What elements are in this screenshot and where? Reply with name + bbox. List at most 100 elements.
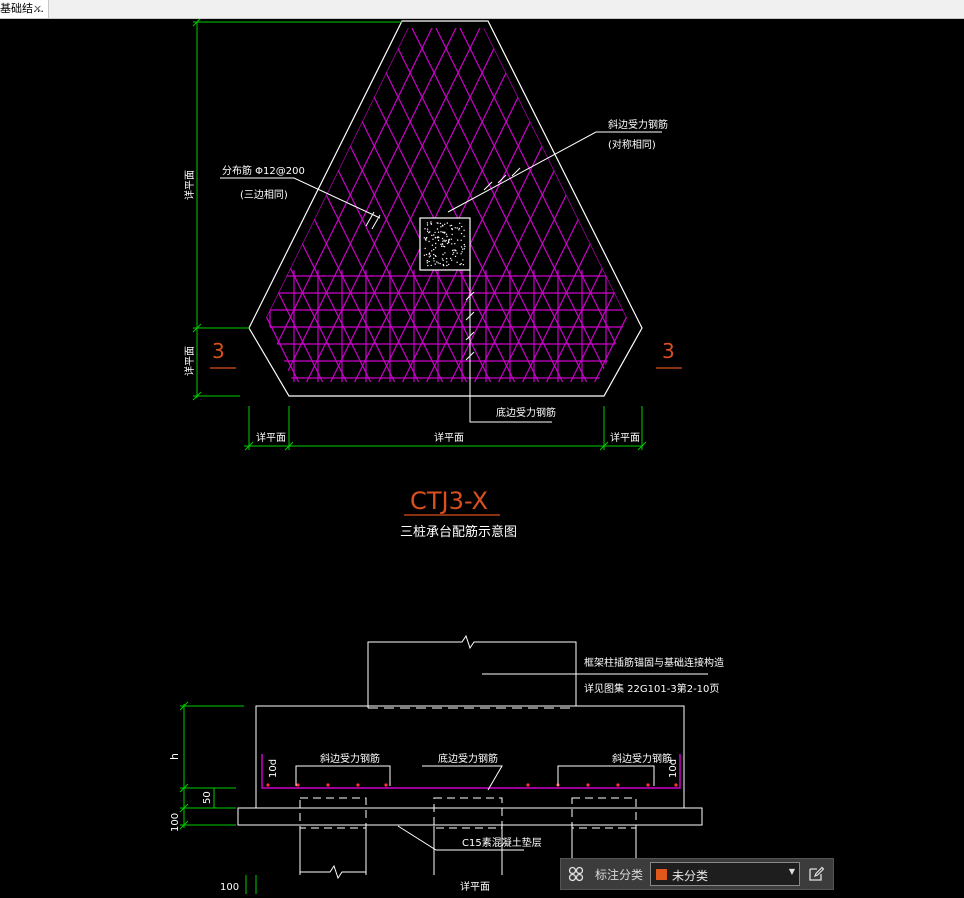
- hatch-dot: [433, 257, 435, 260]
- rebar-points: [266, 783, 678, 787]
- dim-bottom-left: 详平面: [256, 431, 286, 444]
- grid-icon[interactable]: [568, 866, 584, 882]
- hatch-dot: [441, 243, 444, 245]
- hatch-dot: [426, 230, 429, 232]
- hatch-dot: [439, 262, 441, 265]
- drawing-tab[interactable]: 基础结… ×: [0, 0, 49, 18]
- hatch-dot: [462, 248, 464, 250]
- hatch-dot: [441, 224, 444, 226]
- hatch-dot: [461, 225, 463, 228]
- hatch-dot: [442, 259, 444, 262]
- hatch-dot: [433, 234, 435, 236]
- rebar-line: [266, 28, 402, 382]
- slant-rebar-right: 斜边受力钢筋: [612, 752, 672, 765]
- edit-icon[interactable]: [808, 866, 824, 882]
- hatch-dot: [451, 243, 453, 245]
- rebar-dot: [356, 783, 360, 787]
- hatch-dot: [458, 229, 460, 231]
- hatch-dot: [434, 231, 436, 234]
- hatch-dot: [445, 257, 448, 260]
- drawing-canvas[interactable]: 分布筋 Φ12@200 (三边相同) 斜边受力钢筋 (对称相同) 底边受力钢筋 …: [0, 17, 964, 894]
- hatch-dot: [446, 222, 448, 224]
- hatch-dot: [440, 245, 443, 247]
- hatch-dot: [426, 222, 429, 224]
- hatch-dot: [428, 260, 430, 263]
- rebar-dot: [616, 783, 620, 787]
- chevron-down-icon: ▼: [788, 867, 795, 876]
- hatch-dot: [433, 248, 435, 251]
- hatch-dot: [446, 242, 449, 245]
- hatch-dot: [428, 240, 430, 243]
- hatch-dot: [454, 249, 457, 251]
- column-note-2: 详见图集 22G101-3第2-10页: [584, 682, 719, 695]
- drawing-title: CTJ3-X: [410, 487, 488, 515]
- hatch-dot: [437, 239, 440, 242]
- hatch-dot: [433, 253, 435, 256]
- hatch-dot: [437, 231, 440, 233]
- hatch-dot: [429, 255, 432, 257]
- hatch-dot: [439, 222, 442, 225]
- cushion-layer: [237, 807, 703, 826]
- slant-rebar-left: 斜边受力钢筋: [320, 752, 380, 765]
- hatch-dot: [452, 253, 454, 256]
- hatch-dot: [444, 223, 446, 225]
- rebar-line: [372, 28, 627, 382]
- rebar-line: [266, 28, 378, 382]
- hatch-dot: [426, 224, 429, 226]
- slant-rebar-note: (对称相同): [608, 138, 656, 151]
- dist-rebar-note: (三边相同): [240, 188, 288, 201]
- hatch-dot: [437, 262, 439, 264]
- hatch-dot: [441, 237, 444, 240]
- hatch-dot: [449, 225, 451, 227]
- hatch-dot: [436, 228, 439, 230]
- hatch-dot: [434, 263, 436, 265]
- rebar-line: [266, 28, 426, 382]
- rebar-dot: [384, 783, 388, 787]
- hatch-dot: [451, 249, 454, 252]
- category-label: 标注分类: [595, 868, 644, 882]
- hatch-dot: [448, 238, 450, 241]
- hatch-dot: [453, 249, 455, 251]
- hatch-dot: [444, 240, 446, 243]
- dim-bottom-plan: 详平面: [460, 880, 490, 893]
- rebar-dot: [266, 783, 270, 787]
- hatch-dot: [464, 245, 466, 248]
- dim-h: h: [168, 753, 181, 760]
- annotation-category-bar: 标注分类 未分类 ▼: [560, 858, 834, 890]
- section-view: 框架柱插筋锚固与基础连接构造 详见图集 22G101-3第2-10页 10d 1…: [168, 634, 724, 894]
- hatch-dot: [430, 264, 432, 267]
- rebar-dot: [526, 783, 530, 787]
- hatch-dot: [460, 246, 463, 248]
- hatch-dot: [447, 240, 450, 243]
- anchor-left: 10d: [268, 759, 279, 778]
- hatch-dot: [459, 222, 461, 224]
- hatch-dot: [426, 262, 428, 264]
- hatch-dot: [425, 253, 428, 256]
- hatch-dot: [430, 221, 432, 223]
- close-icon[interactable]: ×: [33, 0, 42, 18]
- hatch-dot: [445, 233, 448, 235]
- dim-bottom-right: 详平面: [610, 431, 640, 444]
- hatch-dot: [448, 241, 450, 244]
- hatch-dot: [429, 231, 431, 233]
- hatch-dot: [434, 247, 437, 249]
- dim-100-bottom: 100: [220, 882, 239, 893]
- dim-left-top: 详平面: [183, 170, 196, 200]
- bottom-rebar-label-section: 底边受力钢筋: [438, 752, 498, 765]
- hatch-dot: [443, 239, 445, 241]
- hatch-dot: [428, 252, 431, 254]
- hatch-dot: [442, 264, 445, 267]
- rebar-line: [468, 28, 627, 382]
- section-dimension: [179, 701, 257, 894]
- dist-rebar-label: 分布筋 Φ12@200: [222, 164, 305, 177]
- category-selected: 未分类: [672, 869, 709, 883]
- hatch-dot: [446, 261, 448, 263]
- hatch-dot: [451, 233, 453, 236]
- hatch-dot: [440, 243, 442, 246]
- category-dropdown[interactable]: 未分类 ▼: [650, 862, 800, 886]
- hatch-dot: [450, 224, 453, 227]
- hatch-dot: [457, 239, 459, 241]
- hatch-dot: [456, 227, 458, 229]
- hatch-dot: [463, 229, 465, 231]
- plan-view: 分布筋 Φ12@200 (三边相同) 斜边受力钢筋 (对称相同) 底边受力钢筋 …: [183, 17, 682, 540]
